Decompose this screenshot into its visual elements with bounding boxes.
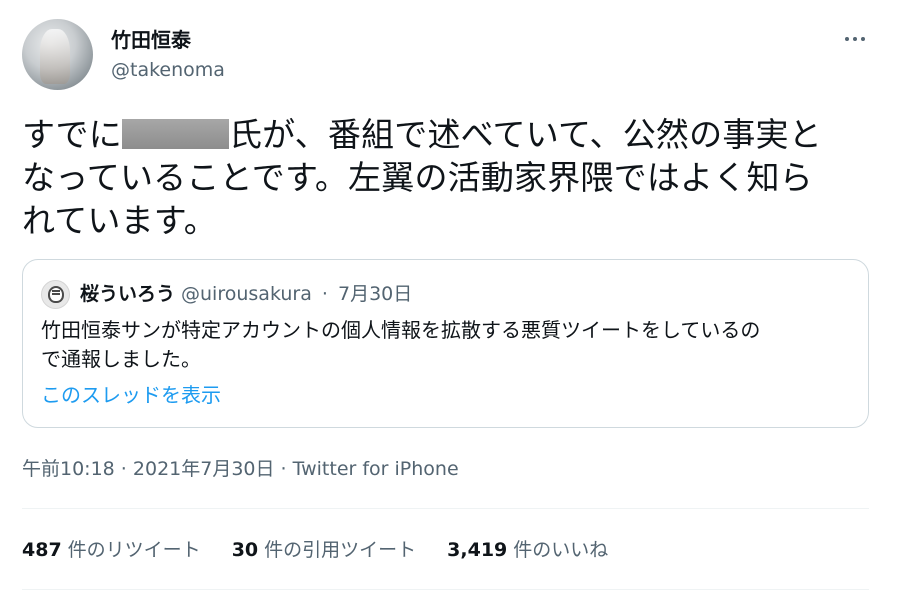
author-avatar[interactable] — [22, 19, 93, 90]
quoted-text-line: 竹田恒泰サンが特定アカウントの個人情報を拡散する悪質ツイートをしているの — [41, 318, 761, 342]
more-dot — [853, 37, 857, 41]
meta-separator: · — [274, 458, 293, 480]
tweet-text-fragment: すでに — [22, 115, 122, 154]
quoted-author-avatar[interactable] — [41, 280, 70, 309]
likes-label: 件のいいね — [513, 539, 609, 561]
quoted-text-line: で通報しました。 — [41, 347, 201, 371]
tweet-text: すでに 氏が、番組で述べていて、公然の事実と なっていることです。左翼の活動家界隈… — [22, 113, 872, 242]
more-dot — [845, 37, 849, 41]
author-display-name[interactable]: 竹田恒泰 — [111, 27, 191, 53]
likes-stat[interactable]: 3,419 件のいいね — [447, 535, 608, 565]
engagement-stats: 487 件のリツイート 30 件の引用ツイート 3,419 件のいいね — [22, 535, 608, 565]
quoted-tweet-header: 桜ういろう @uirousakura · 7月30日 — [80, 281, 412, 307]
tweet: 竹田恒泰 @takenoma すでに 氏が、番組で述べていて、公然の事実と なって… — [0, 0, 899, 596]
tweet-date[interactable]: 2021年7月30日 — [133, 458, 275, 480]
tweet-text-fragment: 氏が、番組で述べていて、公然の事実と — [228, 115, 822, 154]
quoted-author-name: 桜ういろう — [80, 283, 176, 305]
more-horizontal-icon[interactable] — [840, 26, 870, 52]
quote-tweets-stat[interactable]: 30 件の引用ツイート — [232, 535, 416, 565]
quoted-separator: · — [321, 283, 328, 305]
quote-tweets-label: 件の引用ツイート — [264, 539, 417, 561]
quote-tweets-count: 30 — [231, 539, 259, 561]
divider — [22, 589, 869, 590]
tweet-text-line: れています。 — [22, 201, 217, 240]
tweet-text-line: すでに 氏が、番組で述べていて、公然の事実と — [22, 113, 872, 156]
show-thread-link[interactable]: このスレッドを表示 — [41, 381, 221, 409]
quoted-author-handle: @uirousakura — [181, 283, 312, 305]
meta-separator: · — [114, 458, 133, 480]
tweet-time[interactable]: 午前10:18 — [22, 458, 115, 480]
tweet-text-line: なっていることです。左翼の活動家界隈ではよく知ら — [22, 158, 813, 197]
retweets-stat[interactable]: 487 件のリツイート — [22, 535, 201, 565]
author-handle[interactable]: @takenoma — [111, 58, 225, 82]
quoted-date[interactable]: 7月30日 — [338, 283, 412, 305]
tweet-metadata: 午前10:18 · 2021年7月30日 · Twitter for iPhon… — [22, 456, 459, 482]
likes-count: 3,419 — [447, 539, 508, 561]
retweets-label: 件のリツイート — [67, 539, 201, 561]
quoted-tweet[interactable]: 桜ういろう @uirousakura · 7月30日 竹田恒泰サンが特定アカウント… — [22, 259, 869, 428]
retweets-count: 487 — [22, 539, 62, 561]
tweet-source[interactable]: Twitter for iPhone — [293, 458, 459, 480]
more-dot — [861, 37, 865, 41]
divider — [22, 508, 869, 509]
quoted-tweet-text: 竹田恒泰サンが特定アカウントの個人情報を拡散する悪質ツイートをしているの で通報… — [41, 316, 856, 374]
redacted-name — [121, 119, 229, 149]
